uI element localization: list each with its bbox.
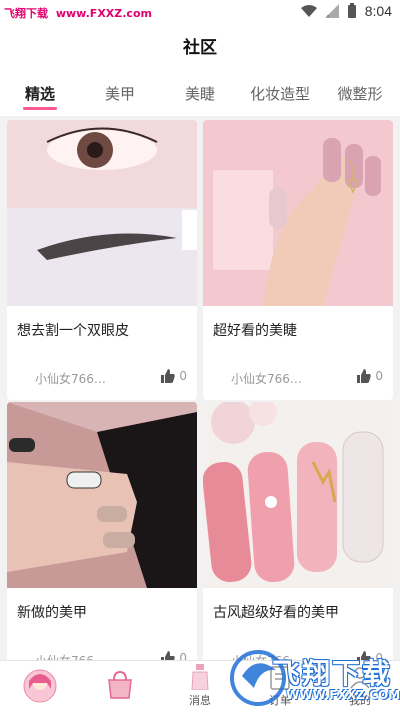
like-count: 0 (375, 369, 383, 383)
site-url: www.FXXZ.com (55, 7, 152, 20)
bag-icon (108, 670, 132, 699)
brand-watermark-url: WWW.FXXZ.COM (286, 688, 400, 702)
post-card[interactable]: 新做的美甲 小仙女766… 0 (7, 402, 197, 682)
watermark-separator (50, 7, 54, 20)
clock: 8:04 (364, 3, 392, 19)
signal-icon (324, 4, 339, 18)
post-title: 新做的美甲 (17, 605, 87, 621)
site-watermark: 飞翔下载 www.FXXZ.com (4, 5, 152, 21)
tab-cosmetic-surgery[interactable]: 微整形 (320, 72, 400, 116)
hand-phone-photo (7, 402, 197, 588)
status-icons: 8:04 (300, 3, 392, 19)
like-button[interactable]: 0 (357, 369, 383, 383)
like-count: 0 (179, 369, 187, 383)
battery-icon (347, 3, 356, 18)
category-tabs: 精选 美甲 美睫 化妆造型 微整形 (0, 72, 400, 116)
post-image (7, 402, 197, 588)
nails-photo (203, 120, 393, 306)
post-author: 小仙女766… (231, 372, 302, 386)
decorated-nails-photo (203, 402, 393, 588)
bottle-icon (191, 664, 209, 691)
post-card[interactable]: 超好看的美睫 小仙女766… 0 (203, 120, 393, 400)
post-title: 古风超级好看的美甲 (213, 605, 339, 621)
page-title: 社区 (183, 38, 217, 58)
eye-photo (7, 120, 197, 306)
brand-watermark-text: 飞翔下载 (272, 657, 393, 690)
post-card[interactable]: 想去割一个双眼皮 小仙女766… 0 (7, 120, 197, 400)
post-card[interactable]: 古风超级好看的美甲 小仙女766… 0 (203, 402, 393, 682)
tab-makeup[interactable]: 化妆造型 (240, 72, 320, 116)
site-name: 飞翔下载 (4, 7, 48, 20)
tab-nails[interactable]: 美甲 (80, 72, 160, 116)
post-image (203, 402, 393, 588)
app-header: 社区 (0, 24, 400, 72)
post-author: 小仙女766… (35, 372, 106, 386)
tab-lashes[interactable]: 美睫 (160, 72, 240, 116)
nav-home[interactable] (0, 661, 80, 712)
post-title: 想去割一个双眼皮 (17, 323, 129, 339)
like-button[interactable]: 0 (161, 369, 187, 383)
status-bar: 飞翔下载 www.FXXZ.com 8:04 (0, 0, 400, 24)
wifi-icon (300, 5, 317, 17)
post-image (7, 120, 197, 306)
post-image (203, 120, 393, 306)
thumbs-up-icon (357, 369, 372, 383)
nav-shop[interactable] (80, 661, 160, 712)
thumbs-up-icon (161, 369, 176, 383)
tab-featured[interactable]: 精选 (0, 72, 80, 116)
post-title: 超好看的美睫 (213, 323, 297, 339)
avatar-icon (23, 669, 57, 703)
